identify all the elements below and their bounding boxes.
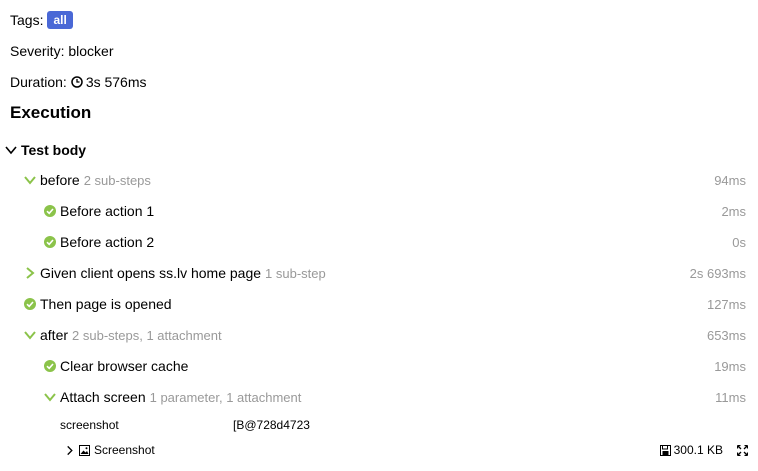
step-duration: 127ms	[706, 296, 746, 312]
step-title: Given client opens ss.lv home page	[40, 265, 262, 281]
chevron-right-icon	[26, 267, 35, 279]
attachment-name[interactable]: Screenshot	[94, 443, 155, 457]
duration-line: Duration: 3s 576ms	[10, 74, 147, 90]
step-duration: 19ms	[714, 358, 746, 374]
check-circle-icon	[44, 236, 56, 248]
tag-badge[interactable]: all	[47, 11, 73, 29]
attachment-row[interactable]: Screenshot 300.1 KB	[0, 443, 758, 461]
expand-icon[interactable]	[737, 444, 748, 456]
step-attach-screen[interactable]: Attach screen 1 parameter, 1 attachment …	[0, 386, 758, 408]
step-substeps: 2 sub-steps	[83, 172, 151, 188]
step-duration: 653ms	[706, 327, 746, 343]
tags-label: Tags:	[10, 12, 44, 28]
check-circle-icon	[44, 205, 56, 217]
test-body-row[interactable]: Test body	[0, 139, 758, 161]
floppy-disk-icon	[659, 444, 671, 456]
chevron-down-icon	[44, 393, 56, 402]
execution-heading: Execution	[10, 103, 92, 122]
duration-label: Duration:	[10, 74, 67, 90]
parameter-name: screenshot	[60, 418, 119, 432]
step-substeps: 1 parameter, 1 attachment	[149, 389, 302, 405]
step-then[interactable]: Then page is opened 127ms	[0, 293, 758, 315]
step-duration: 94ms	[714, 172, 746, 188]
step-after[interactable]: after 2 sub-steps, 1 attachment 653ms	[0, 324, 758, 346]
image-icon	[79, 444, 90, 456]
duration-value: 3s 576ms	[85, 74, 147, 90]
chevron-right-icon[interactable]	[66, 445, 74, 456]
check-circle-icon	[44, 360, 56, 372]
attachment-size: 300.1 KB	[673, 443, 723, 457]
chevron-down-icon	[5, 146, 17, 155]
clock-icon	[71, 76, 83, 88]
step-duration: 2s 693ms	[689, 265, 746, 281]
step-duration: 2ms	[721, 203, 746, 219]
step-title: after	[40, 327, 69, 343]
chevron-down-icon	[24, 331, 36, 340]
chevron-down-icon	[24, 176, 36, 185]
step-clear-cache[interactable]: Clear browser cache 19ms	[0, 355, 758, 377]
parameter-value: [B@728d4723	[233, 418, 310, 432]
severity-line: Severity: blocker	[10, 43, 114, 59]
tags-line: Tags: all	[10, 11, 73, 29]
step-title: Then page is opened	[40, 296, 172, 312]
step-substeps: 1 sub-step	[265, 265, 326, 281]
step-before[interactable]: before 2 sub-steps 94ms	[0, 169, 758, 191]
step-title: Before action 1	[60, 203, 155, 219]
step-before-action-2[interactable]: Before action 2 0s	[0, 231, 758, 253]
step-duration: 11ms	[715, 389, 746, 405]
step-title: Before action 2	[60, 234, 155, 250]
test-body-label: Test body	[21, 142, 87, 158]
step-title: before	[40, 172, 80, 188]
step-title: Attach screen	[60, 389, 146, 405]
check-circle-icon	[24, 298, 36, 310]
step-duration: 0s	[732, 234, 746, 250]
step-title: Clear browser cache	[60, 358, 189, 374]
step-given[interactable]: Given client opens ss.lv home page 1 sub…	[0, 262, 758, 284]
step-substeps: 2 sub-steps, 1 attachment	[72, 327, 222, 343]
step-before-action-1[interactable]: Before action 1 2ms	[0, 200, 758, 222]
